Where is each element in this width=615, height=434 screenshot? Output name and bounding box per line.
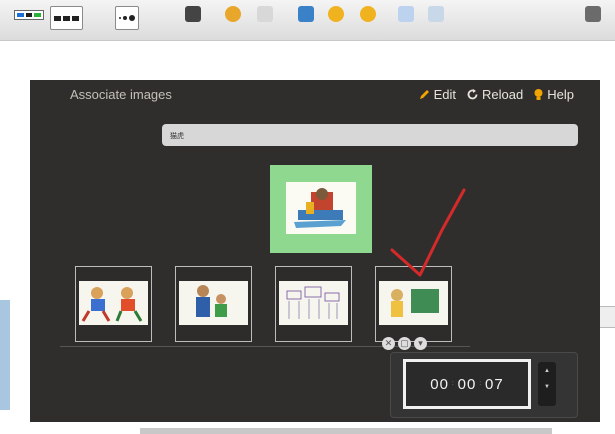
line-style-selector[interactable]	[50, 6, 83, 30]
undo-icon[interactable]	[225, 6, 241, 22]
bottom-scrollbar[interactable]	[140, 428, 552, 434]
screen-icon[interactable]	[185, 6, 201, 22]
timer-hours: 00	[430, 375, 449, 393]
timer-controls: ✕ ▢ ▾	[382, 337, 427, 350]
print-icon[interactable]	[428, 6, 444, 22]
minimize-icon[interactable]: ▢	[398, 337, 411, 350]
pen-size-selector[interactable]	[115, 6, 139, 30]
redo-icon[interactable]	[257, 6, 273, 22]
close-icon[interactable]: ✕	[382, 337, 395, 350]
timer-minutes: 00	[457, 375, 477, 393]
timer-stepper[interactable]: ▲ ▼	[538, 362, 556, 406]
chevron-down-small-icon[interactable]: ▼	[538, 384, 556, 390]
timer-display: 00 : 00 : 07	[403, 359, 531, 409]
left-window-edge	[0, 300, 10, 410]
color-picker[interactable]	[14, 6, 44, 24]
timer-widget: 00 : 00 : 07 ▲ ▼	[390, 352, 578, 418]
next-page-icon[interactable]	[360, 6, 376, 22]
display-icon[interactable]	[298, 6, 314, 22]
timer-seconds: 07	[485, 375, 504, 393]
chevron-down-icon[interactable]: ▾	[414, 337, 427, 350]
right-window-edge	[598, 306, 615, 328]
minutes-separator: :	[479, 381, 483, 387]
main-toolbar	[0, 0, 615, 41]
hours-separator: :	[451, 381, 455, 387]
chevron-up-icon[interactable]: ▲	[538, 368, 556, 374]
previous-page-icon[interactable]	[328, 6, 344, 22]
exit-icon[interactable]	[585, 6, 601, 22]
edit-icon[interactable]	[398, 6, 414, 22]
